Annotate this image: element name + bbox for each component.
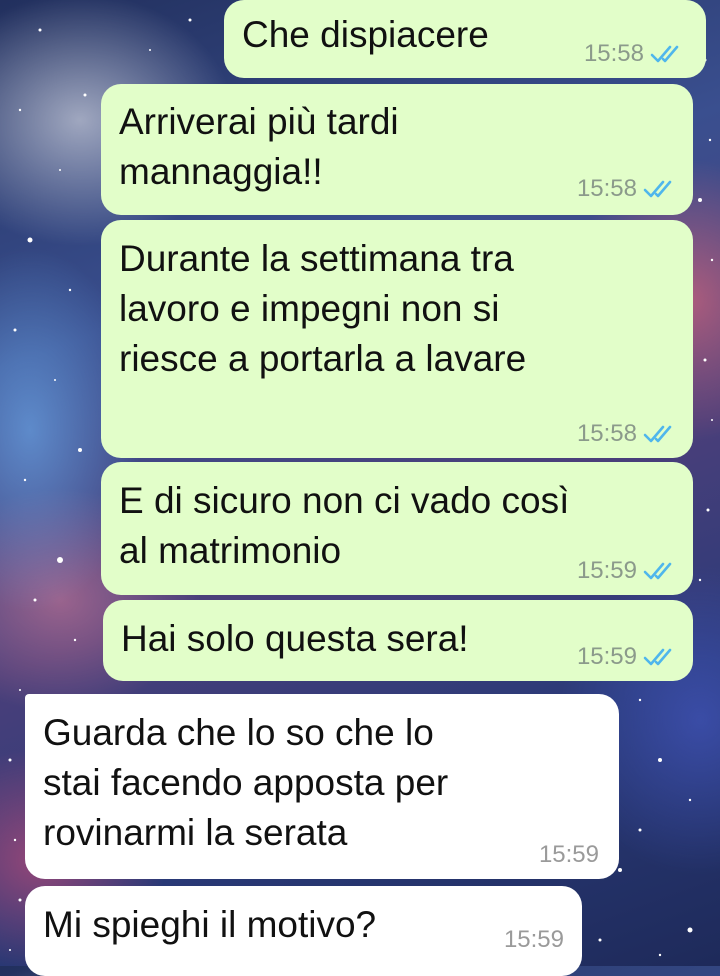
message-bubble-incoming[interactable]: Guarda che lo so che lo stai facendo app…	[25, 694, 619, 879]
read-ticks-icon	[643, 180, 672, 198]
message-meta: 15:59	[577, 559, 677, 583]
message-timestamp: 15:59	[538, 841, 599, 868]
message-meta: 15:59	[577, 645, 677, 669]
message-timestamp: 15:59	[576, 557, 637, 584]
read-ticks-icon	[643, 425, 672, 443]
message-timestamp: 15:58	[576, 175, 637, 202]
message-timestamp: 15:58	[583, 40, 644, 67]
message-text: Hai solo questa sera!	[121, 618, 469, 659]
message-meta: 15:58	[584, 42, 684, 66]
message-meta: 15:59	[504, 928, 564, 952]
message-bubble-outgoing[interactable]: Che dispiacere 15:58	[224, 0, 706, 78]
message-meta: 15:59	[539, 843, 599, 867]
message-text: Durante la settimana tra lavoro e impegn…	[119, 238, 527, 379]
message-timestamp: 15:59	[576, 643, 637, 670]
message-text: Che dispiacere	[242, 14, 489, 55]
message-text: E di sicuro non ci vado così al matrimon…	[119, 480, 570, 571]
message-timestamp: 15:58	[576, 420, 637, 447]
message-bubble-outgoing[interactable]: Hai solo questa sera! 15:59	[103, 600, 693, 681]
message-bubble-incoming[interactable]: Mi spieghi il motivo? 15:59	[25, 886, 582, 976]
message-bubble-outgoing[interactable]: Arriverai più tardi mannaggia!! 15:58	[101, 84, 693, 215]
read-ticks-icon	[643, 648, 672, 666]
message-text: Mi spieghi il motivo?	[43, 904, 377, 945]
message-bubble-outgoing[interactable]: Durante la settimana tra lavoro e impegn…	[101, 220, 693, 458]
read-ticks-icon	[650, 45, 679, 63]
message-bubble-outgoing[interactable]: E di sicuro non ci vado così al matrimon…	[101, 462, 693, 595]
message-meta: 15:58	[577, 177, 677, 201]
read-ticks-icon	[643, 562, 672, 580]
message-meta: 15:58	[577, 422, 677, 446]
message-timestamp: 15:59	[503, 926, 564, 953]
message-text: Guarda che lo so che lo stai facendo app…	[43, 712, 449, 853]
message-text: Arriverai più tardi mannaggia!!	[119, 101, 399, 192]
